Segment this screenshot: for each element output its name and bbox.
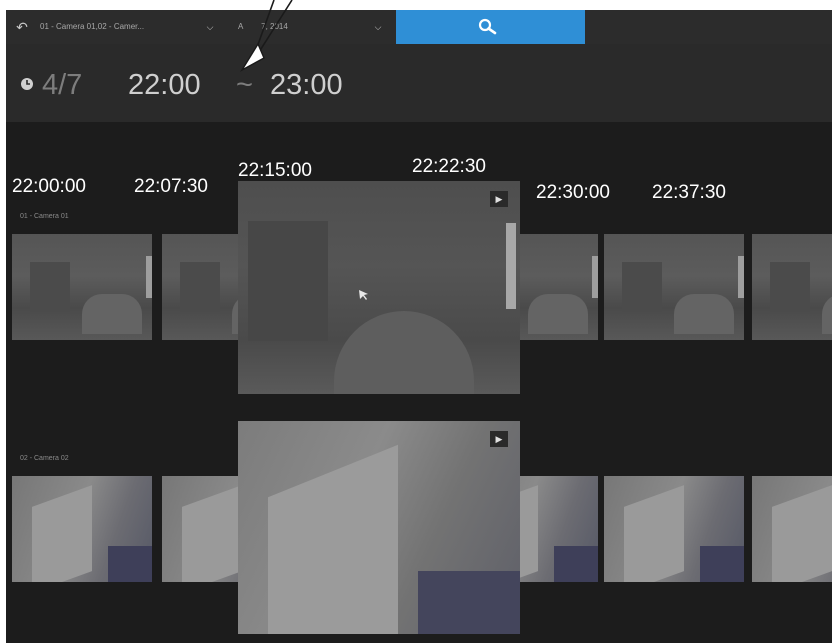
- callout-arrow: [240, 0, 293, 72]
- page: ↶ 01 - Camera 01,02 - Camer... ⌵ A 7, 20…: [0, 0, 832, 643]
